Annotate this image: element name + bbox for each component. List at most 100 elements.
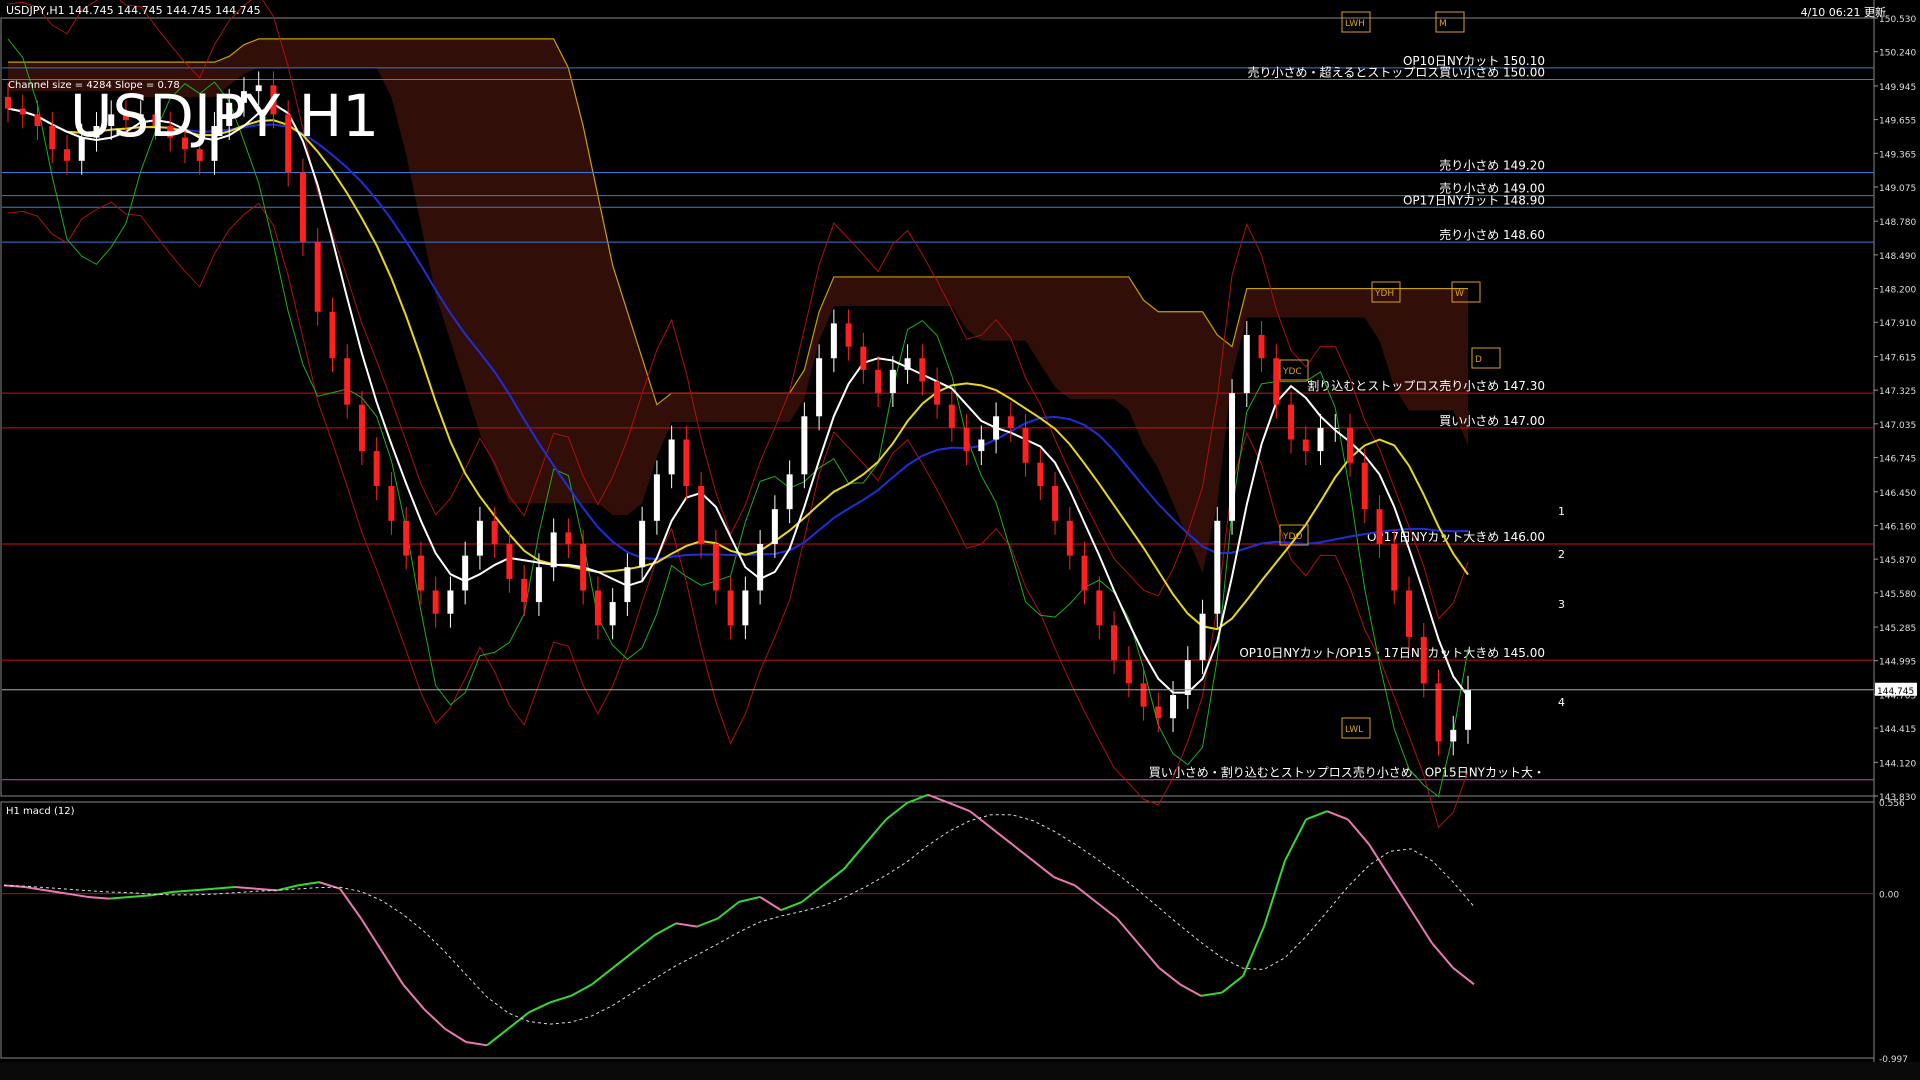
candle-body xyxy=(624,567,631,603)
candle-body xyxy=(1450,729,1457,742)
price-level-label: 売り小さめ・超えるとストップロス買い小さめ 150.00 xyxy=(1248,65,1545,80)
candle-body xyxy=(653,474,660,521)
candle-body xyxy=(1096,590,1103,626)
timestamp: 4/10 06:21 更新 xyxy=(1800,6,1886,19)
macd-segment xyxy=(1326,810,1349,821)
candle-body xyxy=(329,311,336,359)
macd-segment xyxy=(591,967,614,986)
y-tick-label: 146.160 xyxy=(1879,522,1916,532)
candle-body xyxy=(801,416,808,475)
candle-body xyxy=(1361,462,1368,510)
macd-segment xyxy=(948,802,971,813)
candle-body xyxy=(845,323,852,347)
y-tick-label: 147.325 xyxy=(1879,387,1916,397)
candle-body xyxy=(1435,683,1442,742)
candle-body xyxy=(668,439,675,475)
macd-segment xyxy=(654,922,677,936)
channel-label: 1 xyxy=(1558,505,1565,518)
candle-body xyxy=(1258,335,1265,359)
candle-body xyxy=(934,381,941,405)
chart-window[interactable]: 150.530 150.240 149.945 149.655 149.365 149.0… xyxy=(0,0,1920,1080)
candle-body xyxy=(491,520,498,545)
y-tick-label: 149.945 xyxy=(1879,83,1916,93)
macd-segment xyxy=(381,950,404,985)
macd-segment xyxy=(885,802,908,821)
macd-segment xyxy=(1137,942,1160,969)
candle-body xyxy=(34,114,41,126)
macd-segment xyxy=(360,917,383,952)
macd-segment xyxy=(3,884,26,889)
candle-body xyxy=(1420,636,1427,684)
candle-body xyxy=(1214,520,1221,614)
candle-body xyxy=(712,544,719,591)
candle-body xyxy=(1199,613,1206,661)
macd-segment xyxy=(1452,967,1475,986)
candle-body xyxy=(963,427,970,452)
candle-body xyxy=(535,567,542,603)
macd-segment xyxy=(1116,917,1139,944)
candle-body xyxy=(196,149,203,161)
macd-segment xyxy=(1431,942,1454,969)
macd-segment xyxy=(549,994,572,1004)
candle-body xyxy=(1170,694,1177,719)
candle-body xyxy=(1317,427,1324,452)
macd-segment xyxy=(864,818,887,845)
macd-segment xyxy=(402,983,425,1010)
candle-body xyxy=(742,590,749,626)
macd-segment xyxy=(675,922,698,928)
candle-body xyxy=(1229,393,1236,521)
macd-segment xyxy=(1200,991,1223,997)
macd-y-tick: 0.00 xyxy=(1879,891,1899,901)
y-tick-label: 147.035 xyxy=(1879,421,1916,431)
channel-label: 4 xyxy=(1558,696,1565,709)
y-tick-label: 146.745 xyxy=(1879,455,1916,465)
candle-body xyxy=(417,555,424,591)
candle-body xyxy=(1140,683,1147,707)
candle-body xyxy=(889,369,896,394)
macd-segment xyxy=(1011,843,1034,862)
macd-segment xyxy=(192,887,215,892)
candle-body xyxy=(373,451,380,486)
y-tick-label: 145.580 xyxy=(1879,590,1916,600)
y-tick-label: 145.285 xyxy=(1879,624,1916,634)
price-level-label: 売り小さめ 148.60 xyxy=(1439,227,1545,242)
macd-segment xyxy=(1158,967,1181,986)
candle-body xyxy=(1302,439,1309,452)
candle-body xyxy=(462,555,469,591)
candle-body xyxy=(1081,555,1088,591)
macd-segment xyxy=(1179,983,1202,997)
macd-segment xyxy=(1032,859,1055,878)
candle-body xyxy=(1332,427,1339,429)
macd-segment xyxy=(759,896,782,911)
y-tick-label: 147.615 xyxy=(1879,353,1916,363)
candle-body xyxy=(19,108,26,115)
candle-body xyxy=(1155,706,1162,719)
macd-segment xyxy=(423,1008,446,1030)
macd-segment xyxy=(297,881,320,887)
y-tick-label: 149.365 xyxy=(1879,150,1916,160)
y-tick-label: 145.870 xyxy=(1879,556,1916,566)
y-tick-label: 148.200 xyxy=(1879,286,1916,296)
chart-canvas[interactable]: 150.530150.240149.945149.655149.365149.0… xyxy=(0,0,1920,1080)
candle-body xyxy=(1391,544,1398,591)
candle-body xyxy=(550,532,557,568)
macd-segment xyxy=(1284,819,1307,862)
candle-body xyxy=(875,369,882,394)
candle-body xyxy=(609,602,616,626)
macd-segment xyxy=(465,1041,488,1047)
candle-body xyxy=(1273,358,1280,405)
channel-label: 3 xyxy=(1558,598,1565,611)
macd-segment xyxy=(171,889,194,894)
candle-body xyxy=(948,404,955,428)
channel-label: 2 xyxy=(1558,548,1565,561)
macd-segment xyxy=(1095,901,1118,920)
y-tick-label: 148.780 xyxy=(1879,218,1916,228)
macd-frame xyxy=(0,801,1875,1059)
candle-body xyxy=(786,474,793,510)
price-level-label: 割り込むとストップロス売り小さめ 147.30 xyxy=(1307,378,1545,393)
y-tick-label: 144.120 xyxy=(1879,759,1916,769)
level-box-label: M xyxy=(1439,19,1447,29)
macd-segment xyxy=(990,826,1013,845)
y-tick-label: 149.655 xyxy=(1879,117,1916,127)
y-tick-label: 144.415 xyxy=(1879,725,1916,735)
